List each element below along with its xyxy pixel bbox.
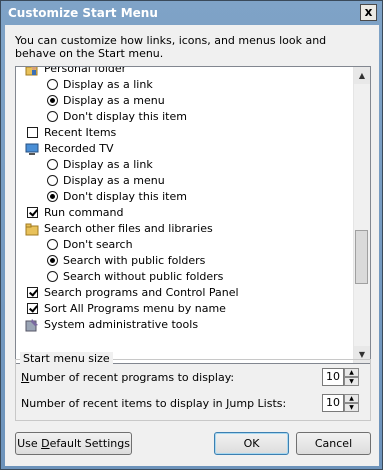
recent-items-value[interactable]: 10: [322, 394, 344, 412]
list-item[interactable]: Display as a link: [16, 157, 354, 173]
recent-items-label-rest: ump Lists:: [229, 397, 287, 410]
list-item[interactable]: Display as a link: [16, 77, 354, 93]
recent-programs-value[interactable]: 10: [322, 368, 344, 386]
recent-programs-increment[interactable]: ▲: [344, 368, 359, 377]
list-item-label: Display as a link: [63, 158, 153, 171]
list-item: Recorded TV: [16, 141, 354, 157]
description-text: You can customize how links, icons, and …: [15, 34, 327, 60]
checkbox[interactable]: [27, 207, 38, 218]
list-item-label: Display as a link: [63, 78, 153, 91]
list-item-label: Run command: [44, 206, 124, 219]
recent-items-label-text: Number of recent items to display in: [21, 397, 227, 410]
radio-button[interactable]: [47, 95, 58, 106]
use-default-settings-rest: efault Settings: [49, 437, 130, 450]
recent-items-label: Number of recent items to display in Jum…: [21, 397, 286, 410]
admin-tools-icon: [25, 318, 39, 332]
list-item[interactable]: Don't display this item: [16, 109, 354, 125]
list-item[interactable]: Display as a menu: [16, 93, 354, 109]
radio-button[interactable]: [47, 239, 58, 250]
use-default-settings-prefix: Use: [17, 437, 42, 450]
start-menu-size-label: Start menu size: [20, 352, 113, 365]
scroll-up-button[interactable]: ▲: [354, 67, 370, 84]
list-item[interactable]: Don't search: [16, 237, 354, 253]
personal-folder-icon: [25, 67, 39, 76]
use-default-settings-button[interactable]: Use Default Settings: [15, 432, 132, 455]
list-item-label: Personal folder: [44, 66, 127, 75]
radio-button[interactable]: [47, 159, 58, 170]
radio-button[interactable]: [47, 79, 58, 90]
vertical-scrollbar[interactable]: ▲ ▼: [353, 67, 370, 363]
ok-button[interactable]: OK: [214, 432, 289, 455]
recent-programs-label-text: umber of recent programs to display:: [29, 371, 235, 384]
close-button[interactable]: x: [360, 4, 377, 21]
recent-items-stepper[interactable]: 10 ▲ ▼: [322, 394, 360, 412]
recent-items-decrement[interactable]: ▼: [344, 403, 359, 412]
recorded-tv-icon: [25, 142, 39, 156]
list-item[interactable]: Display as a menu: [16, 173, 354, 189]
use-default-settings-mnemonic: D: [41, 437, 50, 450]
radio-button[interactable]: [47, 255, 58, 266]
list-item[interactable]: Search programs and Control Panel: [16, 285, 354, 301]
radio-button[interactable]: [47, 271, 58, 282]
list-item-label: Search with public folders: [63, 254, 206, 267]
radio-button[interactable]: [47, 111, 58, 122]
list-item-label: Display as a menu: [63, 174, 165, 187]
list-item-label: System administrative tools: [44, 318, 199, 331]
options-list-content: Personal folder Display as a link Display …: [16, 66, 354, 333]
list-item-label: Sort All Programs menu by name: [44, 302, 226, 315]
cancel-button[interactable]: Cancel: [296, 432, 371, 455]
search-folder-icon: [25, 222, 39, 236]
list-item-label: Don't display this item: [63, 190, 187, 203]
start-menu-size-group: [15, 359, 371, 421]
list-item-label: Don't search: [63, 238, 133, 251]
customize-start-menu-dialog: Customize Start Menu x You can customize…: [0, 0, 383, 470]
list-item[interactable]: Search with public folders: [16, 253, 354, 269]
radio-button[interactable]: [47, 175, 58, 186]
recent-programs-stepper[interactable]: 10 ▲ ▼: [322, 368, 360, 386]
scrollbar-thumb[interactable]: [355, 230, 368, 284]
list-item-label: Recent Items: [44, 126, 117, 139]
list-item-label: Search programs and Control Panel: [44, 286, 239, 299]
list-item[interactable]: Sort All Programs menu by name: [16, 301, 354, 317]
list-item-label: Display as a menu: [63, 94, 165, 107]
window-title: Customize Start Menu: [8, 6, 158, 20]
radio-button[interactable]: [47, 191, 58, 202]
checkbox[interactable]: [27, 127, 38, 138]
list-item-label: Recorded TV: [44, 142, 114, 155]
recent-programs-label: Number of recent programs to display:: [21, 371, 234, 384]
list-item: System administrative tools: [16, 317, 354, 333]
title-bar[interactable]: Customize Start Menu x: [2, 2, 381, 24]
list-item-label: Search without public folders: [63, 270, 224, 283]
list-item[interactable]: Don't display this item: [16, 189, 354, 205]
list-item-label: Don't display this item: [63, 110, 187, 123]
list-item[interactable]: Recent Items: [16, 125, 354, 141]
list-item[interactable]: Run command: [16, 205, 354, 221]
recent-items-increment[interactable]: ▲: [344, 394, 359, 403]
start-menu-options-list[interactable]: Personal folder Display as a link Display …: [15, 66, 371, 364]
list-item: Search other files and libraries: [16, 221, 354, 237]
checkbox[interactable]: [27, 303, 38, 314]
list-item[interactable]: Search without public folders: [16, 269, 354, 285]
dialog-client-area: You can customize how links, icons, and …: [5, 25, 379, 466]
recent-programs-decrement[interactable]: ▼: [344, 377, 359, 386]
list-item: Personal folder: [16, 66, 354, 77]
checkbox[interactable]: [27, 287, 38, 298]
list-item-label: Search other files and libraries: [44, 222, 213, 235]
recent-programs-mnemonic: N: [21, 371, 30, 384]
